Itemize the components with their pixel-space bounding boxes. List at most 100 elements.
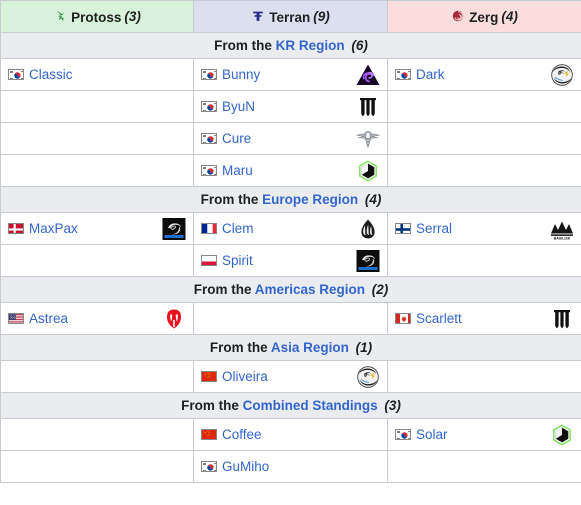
flag-icon-kr [201,101,217,112]
table-row: Astrea Scarlett [0,302,581,335]
flag-icon-us [8,313,24,324]
empty-cell-protoss [0,244,194,277]
player-name-link[interactable]: GuMiho [222,459,269,474]
table-row: Oliveira [0,360,581,393]
race-header-zerg: Zerg (4) [387,0,581,33]
region-separator-row: From the Combined Standings (3) [0,392,581,419]
flag-icon-pl [201,255,217,266]
player-entry: Scarlett [388,303,581,334]
player-name-link[interactable]: Maru [222,163,253,178]
player-cell-maxpax: MaxPax [0,212,194,245]
flag-icon-fr [201,223,217,234]
team-liquid-logo[interactable] [355,217,381,241]
winged-emblem-logo[interactable] [355,127,381,151]
player-entry: Maru [194,155,387,186]
region-label: From the Americas Region (2) [0,276,581,303]
race-count-protoss: (3) [124,8,141,24]
empty-cell-terran [193,302,388,335]
player-name-link[interactable]: Solar [416,427,448,442]
player-cell-clem: Clem [193,212,388,245]
player-name-link[interactable]: Dark [416,67,445,82]
player-entry: Coffee [194,419,387,450]
empty-cell-zerg [387,360,581,393]
region-name-link[interactable]: Asia Region [271,340,349,355]
region-separator-row: From the KR Region (6) [0,32,581,59]
player-entry: Classic [1,59,193,90]
flag-icon-fi [395,223,411,234]
player-name-link[interactable]: Serral [416,221,452,236]
player-entry: Oliveira [194,361,387,392]
flag-icon-kr [201,165,217,176]
flag-icon-kr [201,461,217,472]
player-name-link[interactable]: MaxPax [29,221,78,236]
red-helmet-logo[interactable] [161,307,187,331]
player-entry: Solar [388,419,581,450]
region-name-link[interactable]: Europe Region [262,192,358,207]
player-entry: Cure [194,123,387,154]
flag-icon-cn [201,371,217,382]
table-row: Coffee Solar [0,418,581,451]
player-name-link[interactable]: Spirit [222,253,253,268]
region-name-link[interactable]: KR Region [276,38,345,53]
player-name-link[interactable]: ByuN [222,99,255,114]
region-separator-row: From the Europe Region (4) [0,186,581,213]
region-count: (6) [351,38,368,53]
player-entry: Dark [388,59,581,90]
player-name-link[interactable]: Clem [222,221,254,236]
region-name-link[interactable]: Combined Standings [243,398,378,413]
player-cell-solar: Solar [387,418,581,451]
basilisk-logo[interactable]: BASILISK [549,217,575,241]
region-prefix: From the [200,192,259,207]
table-row: GuMiho [0,450,581,483]
flag-icon-kr [395,69,411,80]
player-cell-cure: Cure [193,122,388,155]
region-separator-row: From the Asia Region (1) [0,334,581,361]
crown-pillars-logo[interactable] [355,95,381,119]
race-header-terran: Terran (9) [193,0,388,33]
region-label: From the Asia Region (1) [0,334,581,361]
shopify-rebellion-logo[interactable] [161,217,187,241]
player-cell-oliveira: Oliveira [193,360,388,393]
player-name-link[interactable]: Coffee [222,427,262,442]
dragon-phoenix-logo[interactable] [355,365,381,389]
player-name-link[interactable]: Oliveira [222,369,268,384]
zerg-icon [451,9,465,23]
race-header-protoss: Protoss (3) [0,0,194,33]
race-name-zerg: Zerg [469,9,499,25]
region-name-link[interactable]: Americas Region [255,282,365,297]
flag-icon-kr [395,429,411,440]
player-cell-serral: Serral BASILISK [387,212,581,245]
player-cell-coffee: Coffee [193,418,388,451]
player-entry: Astrea [1,303,193,334]
dkz-triangle-logo[interactable] [355,63,381,87]
empty-cell-zerg [387,154,581,187]
player-name-link[interactable]: Bunny [222,67,260,82]
table-row: Cure [0,122,581,155]
empty-cell-protoss [0,122,194,155]
player-entry: MaxPax [1,213,193,244]
player-entry: GuMiho [194,451,387,482]
region-prefix: From the [193,282,252,297]
region-label: From the Europe Region (4) [0,186,581,213]
shopify-rebellion-logo[interactable] [355,249,381,273]
empty-cell-zerg [387,90,581,123]
race-header-row: Protoss (3) Terran (9) Zerg (4) [0,0,581,33]
protoss-icon [53,9,67,23]
player-entry: Serral BASILISK [388,213,581,244]
race-count-zerg: (4) [501,8,518,24]
table-row: ByuN [0,90,581,123]
player-name-link[interactable]: Scarlett [416,311,462,326]
table-row: Spirit [0,244,581,277]
dragon-phoenix-logo[interactable] [549,63,575,87]
green-hex-logo[interactable] [549,423,575,447]
empty-cell-protoss [0,90,194,123]
player-name-link[interactable]: Classic [29,67,73,82]
empty-cell-protoss [0,360,194,393]
empty-cell-zerg [387,450,581,483]
crown-pillars-logo[interactable] [549,307,575,331]
table-row: Maru [0,154,581,187]
player-name-link[interactable]: Astrea [29,311,68,326]
player-entry: Spirit [194,245,387,276]
player-name-link[interactable]: Cure [222,131,251,146]
green-hex-logo[interactable] [355,159,381,183]
